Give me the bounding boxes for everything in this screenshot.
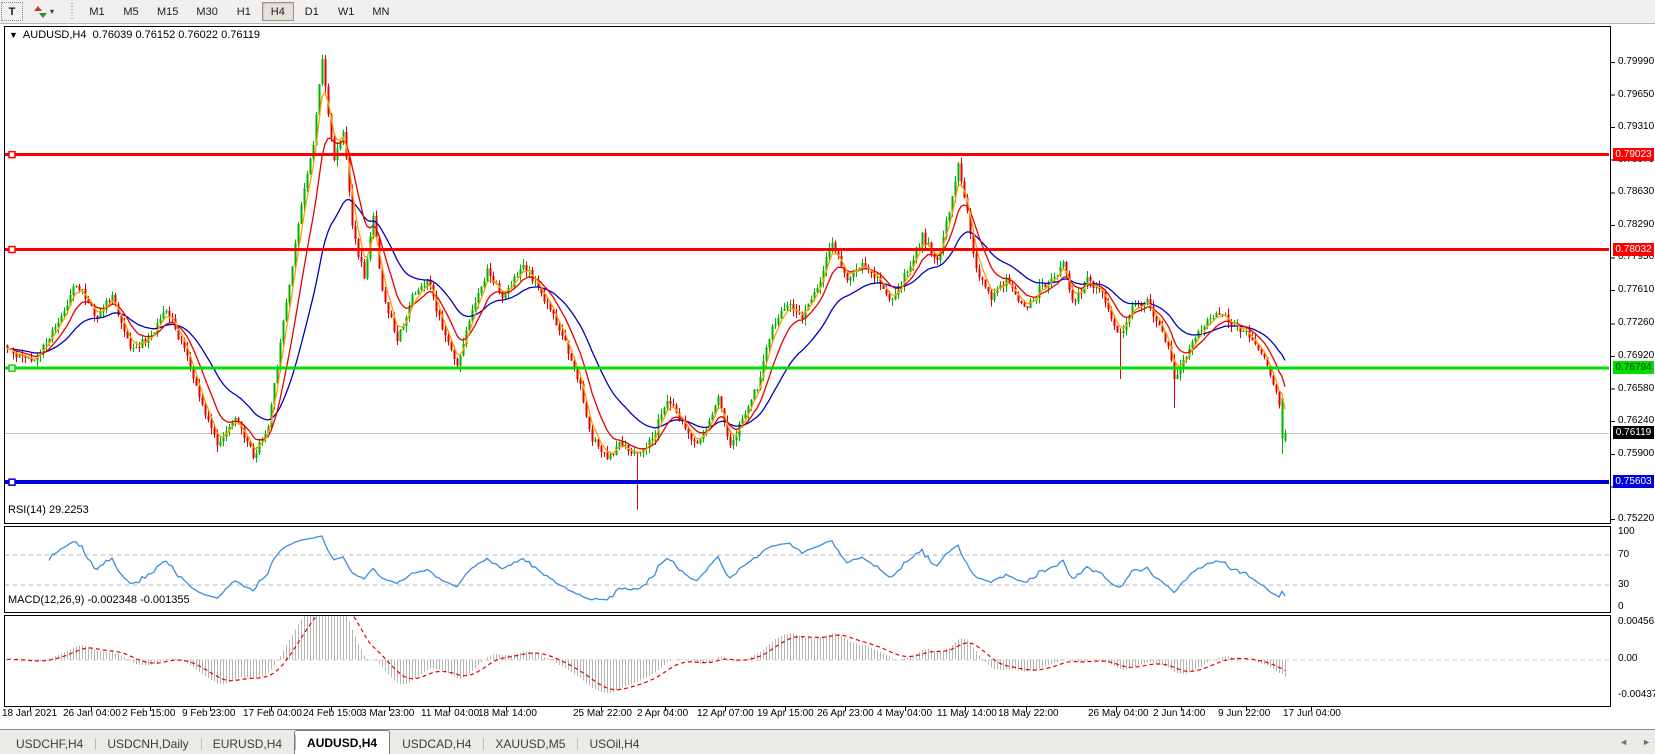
time-tick-label: 26 Apr 23:00	[817, 708, 874, 719]
time-tick-label: 26 May 04:00	[1088, 708, 1149, 719]
time-tick-label: 2 Jun 14:00	[1153, 708, 1205, 719]
chart-window[interactable]: ▼ AUDUSD,H4 0.76039 0.76152 0.76022 0.761…	[0, 24, 1655, 729]
price-tick-label: 0.79990	[1618, 56, 1654, 67]
tab-scroll-left-icon[interactable]: ◄	[1619, 736, 1628, 748]
price-tick-label: 0.76920	[1618, 350, 1654, 361]
rsi-tick-label: 100	[1618, 526, 1635, 537]
price-tick-label: 0.79310	[1618, 121, 1654, 132]
chart-ohlc-values: 0.76039 0.76152 0.76022 0.76119	[93, 29, 260, 41]
toolbar: T ▾ M1 M5 M15 M30 H1 H4 D1 W1 MN	[0, 0, 1655, 24]
time-tick-label: 17 Jun 04:00	[1283, 708, 1341, 719]
price-tick-label: 0.75900	[1618, 448, 1654, 459]
text-tool-button[interactable]: T	[1, 2, 23, 21]
time-tick-label: 3 Mar 23:00	[361, 708, 414, 719]
time-tick-label: 25 Mar 22:00	[573, 708, 632, 719]
timeframe-h4-button[interactable]: H4	[262, 2, 294, 21]
chart-title: ▼ AUDUSD,H4 0.76039 0.76152 0.76022 0.761…	[9, 29, 260, 41]
tab-eurusd-h4[interactable]: EURUSD,H4	[201, 734, 294, 754]
chart-cycle-button[interactable]: ▾	[25, 2, 62, 21]
price-tick-label: 0.79650	[1618, 89, 1654, 100]
timeframe-w1-button[interactable]: W1	[330, 2, 363, 21]
timeframe-h1-button[interactable]: H1	[228, 2, 260, 21]
macd-histogram	[8, 590, 1286, 693]
price-badge-resistance-upper: 0.79023	[1613, 148, 1654, 161]
rsi-pane	[5, 536, 1609, 600]
hline-support-green[interactable]	[5, 365, 1609, 371]
price-tick-label: 0.77610	[1618, 284, 1654, 295]
rsi-tick-label: 70	[1618, 549, 1629, 560]
chevron-down-icon: ▾	[50, 7, 54, 16]
chart-symbol-period: AUDUSD,H4	[23, 29, 87, 41]
hline-resistance-lower[interactable]	[5, 247, 1609, 253]
symbol-tab-bar: USDCHF,H4 USDCNH,Daily EURUSD,H4 AUDUSD,…	[0, 729, 1655, 754]
axis-ticks	[31, 63, 1616, 712]
timeframe-m5-button[interactable]: M5	[115, 2, 147, 21]
rsi-tick-label: 0	[1618, 601, 1624, 612]
cycle-arrows-icon	[33, 6, 47, 18]
macd-tick-label: 0.00	[1618, 653, 1637, 664]
price-badge-support-green: 0.76794	[1613, 361, 1654, 374]
tab-usdchf-h4[interactable]: USDCHF,H4	[4, 734, 95, 754]
rsi-indicator-label: RSI(14) 29.2253	[8, 504, 89, 516]
price-tick-label: 0.75220	[1618, 513, 1654, 524]
hline-resistance-upper[interactable]	[5, 152, 1609, 158]
time-tick-label: 17 Feb 04:00	[243, 708, 302, 719]
tab-usdcnh-daily[interactable]: USDCNH,Daily	[95, 734, 200, 754]
time-tick-label: 19 Apr 15:00	[757, 708, 814, 719]
chart-canvas[interactable]	[0, 24, 1655, 729]
time-tick-label: 18 Jan 2021	[2, 708, 57, 719]
time-tick-label: 9 Jun 22:00	[1218, 708, 1270, 719]
price-badge-support-blue: 0.75603	[1613, 475, 1654, 488]
time-tick-label: 12 Apr 07:00	[697, 708, 754, 719]
rsi-line	[49, 536, 1285, 600]
time-tick-label: 18 May 22:00	[998, 708, 1059, 719]
price-tick-label: 0.78630	[1618, 186, 1654, 197]
time-tick-label: 9 Feb 23:00	[182, 708, 235, 719]
macd-tick-label: 0.004561	[1618, 616, 1655, 627]
mt4-application: T ▾ M1 M5 M15 M30 H1 H4 D1 W1 MN ▼ AUDUSD…	[0, 0, 1655, 754]
fast-ma[interactable]	[7, 93, 1285, 454]
macd-pane	[5, 590, 1609, 693]
pane-borders	[5, 27, 1611, 707]
hline-support-blue[interactable]	[5, 479, 1609, 485]
tab-scroll-right-icon[interactable]: ►	[1642, 736, 1651, 748]
current-price-badge: 0.76119	[1613, 426, 1654, 439]
candlesticks	[7, 54, 1287, 509]
macd-indicator-label: MACD(12,26,9) -0.002348 -0.001355	[8, 594, 190, 606]
timeframe-m1-button[interactable]: M1	[81, 2, 113, 21]
tab-xauusd-m5[interactable]: XAUUSD,M5	[483, 734, 577, 754]
time-tick-label: 2 Feb 15:00	[122, 708, 175, 719]
rsi-tick-label: 30	[1618, 579, 1629, 590]
timeframe-mn-button[interactable]: MN	[364, 2, 397, 21]
timeframe-d1-button[interactable]: D1	[296, 2, 328, 21]
time-tick-label: 11 Mar 04:00	[421, 708, 479, 719]
price-tick-label: 0.76240	[1618, 415, 1654, 426]
macd-tick-label: -0.004372	[1618, 689, 1655, 700]
tab-usdcad-h4[interactable]: USDCAD,H4	[390, 734, 483, 754]
triangle-down-icon: ▼	[9, 30, 18, 40]
tab-audusd-h4[interactable]: AUDUSD,H4	[294, 730, 390, 754]
timeframe-m15-button[interactable]: M15	[149, 2, 186, 21]
time-tick-label: 11 May 14:00	[937, 708, 997, 719]
toolbar-grip[interactable]	[69, 3, 76, 21]
tab-usoil-h4[interactable]: USOil,H4	[577, 734, 651, 754]
time-tick-label: 4 May 04:00	[877, 708, 932, 719]
price-tick-label: 0.77260	[1618, 317, 1654, 328]
time-tick-label: 18 Mar 14:00	[478, 708, 537, 719]
price-tick-label: 0.76580	[1618, 383, 1654, 394]
time-tick-label: 26 Jan 04:00	[63, 708, 121, 719]
moving-averages	[7, 93, 1285, 454]
timeframe-m30-button[interactable]: M30	[188, 2, 225, 21]
price-tick-label: 0.78290	[1618, 219, 1654, 230]
price-badge-resistance-lower: 0.78032	[1613, 243, 1654, 256]
time-tick-label: 24 Feb 15:00	[303, 708, 362, 719]
tab-scroll-controls: ◄ ►	[1619, 736, 1651, 748]
time-tick-label: 2 Apr 04:00	[637, 708, 688, 719]
